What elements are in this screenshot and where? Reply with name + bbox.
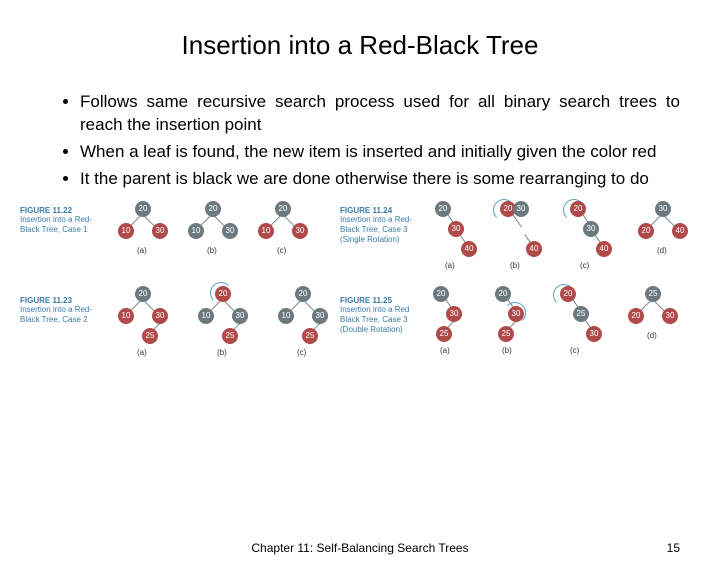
figure-number: FIGURE 11.23 xyxy=(20,296,100,306)
tree-node: 10 xyxy=(118,308,134,324)
figure-caption: FIGURE 11.23 Insertion into a Red-Black … xyxy=(20,296,100,325)
subfig-label: (d) xyxy=(647,331,657,340)
slide-footer: Chapter 11: Self-Balancing Search Trees … xyxy=(0,541,720,555)
figure-caption: FIGURE 11.22 Insertion into a Red-Black … xyxy=(20,206,100,235)
figure-text: Insertion into a Red-Black Tree, Case 3 … xyxy=(340,215,412,243)
subfig-label: (a) xyxy=(440,346,450,355)
tree-node: 30 xyxy=(655,201,671,217)
tree-node: 10 xyxy=(278,308,294,324)
tree-node: 30 xyxy=(312,308,328,324)
subfig-label: (c) xyxy=(570,346,579,355)
bullet-item: When a leaf is found, the new item is in… xyxy=(80,141,680,164)
tree-node: 30 xyxy=(513,201,529,217)
subfig-label: (b) xyxy=(510,261,520,270)
tree-node: 40 xyxy=(596,241,612,257)
tree-node: 10 xyxy=(198,308,214,324)
tree-node: 25 xyxy=(645,286,661,302)
tree-node: 30 xyxy=(446,306,462,322)
tree-node: 40 xyxy=(461,241,477,257)
tree-node: 20 xyxy=(638,223,654,239)
tree-node: 30 xyxy=(448,221,464,237)
tree-node: 20 xyxy=(135,286,151,302)
tree-node: 25 xyxy=(573,306,589,322)
subfig-label: (d) xyxy=(657,246,667,255)
page-number: 15 xyxy=(667,541,680,555)
tree-node: 20 xyxy=(433,286,449,302)
tree-node: 30 xyxy=(222,223,238,239)
tree-node: 20 xyxy=(628,308,644,324)
tree-node: 40 xyxy=(526,241,542,257)
tree-node: 30 xyxy=(583,221,599,237)
figure-text: Insertion into a Red-Black Tree, Case 1 xyxy=(20,215,92,234)
subfig-label: (a) xyxy=(137,246,147,255)
tree-node: 20 xyxy=(495,286,511,302)
subfig-label: (c) xyxy=(297,348,306,357)
tree-node: 10 xyxy=(258,223,274,239)
subfig-label: (a) xyxy=(445,261,455,270)
subfig-label: (a) xyxy=(137,348,147,357)
tree-node: 25 xyxy=(498,326,514,342)
tree-node: 30 xyxy=(152,223,168,239)
tree-node: 30 xyxy=(232,308,248,324)
figure-number: FIGURE 11.24 xyxy=(340,206,420,216)
tree-node: 20 xyxy=(135,201,151,217)
tree-node: 20 xyxy=(215,286,231,302)
tree-node: 30 xyxy=(292,223,308,239)
tree-node: 10 xyxy=(188,223,204,239)
bullet-item: It the parent is black we are done other… xyxy=(80,168,680,191)
figure-text: Insertion into a Red Black Tree, Case 3 … xyxy=(340,305,409,333)
figure-number: FIGURE 11.22 xyxy=(20,206,100,216)
tree-node: 25 xyxy=(222,328,238,344)
figure-number: FIGURE 11.25 xyxy=(340,296,420,306)
tree-node: 25 xyxy=(302,328,318,344)
figure-caption: FIGURE 11.25 Insertion into a Red Black … xyxy=(340,296,420,334)
subfig-label: (c) xyxy=(580,261,589,270)
chapter-label: Chapter 11: Self-Balancing Search Trees xyxy=(0,541,720,555)
tree-node: 30 xyxy=(508,306,524,322)
figure-text: Insertion into a Red-Black Tree, Case 2 xyxy=(20,305,92,324)
bullet-item: Follows same recursive search process us… xyxy=(80,91,680,137)
tree-node: 25 xyxy=(436,326,452,342)
tree-node: 20 xyxy=(435,201,451,217)
tree-node: 40 xyxy=(672,223,688,239)
tree-node: 30 xyxy=(662,308,678,324)
subfig-label: (b) xyxy=(502,346,512,355)
bullet-list: Follows same recursive search process us… xyxy=(40,91,680,191)
tree-node: 20 xyxy=(205,201,221,217)
tree-node: 30 xyxy=(152,308,168,324)
figures-area: FIGURE 11.22 Insertion into a Red-Black … xyxy=(20,201,720,401)
tree-node: 10 xyxy=(118,223,134,239)
subfig-label: (b) xyxy=(217,348,227,357)
tree-node: 20 xyxy=(275,201,291,217)
slide-title: Insertion into a Red-Black Tree xyxy=(0,30,720,61)
tree-node: 20 xyxy=(570,201,586,217)
subfig-label: (b) xyxy=(207,246,217,255)
tree-node: 30 xyxy=(586,326,602,342)
tree-node: 20 xyxy=(295,286,311,302)
figure-caption: FIGURE 11.24 Insertion into a Red-Black … xyxy=(340,206,420,244)
tree-node: 20 xyxy=(560,286,576,302)
tree-node: 25 xyxy=(142,328,158,344)
subfig-label: (c) xyxy=(277,246,286,255)
